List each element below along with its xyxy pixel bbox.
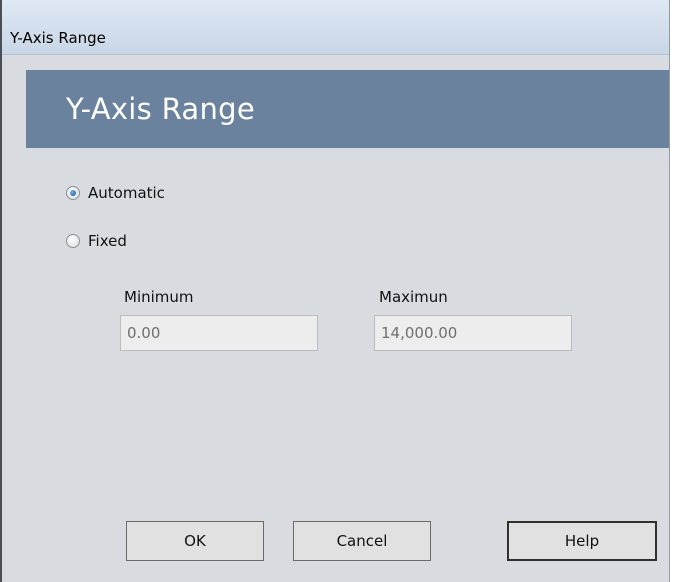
radio-selected-icon[interactable] <box>66 186 80 200</box>
fixed-radio-option[interactable]: Fixed <box>66 229 127 253</box>
minimum-label: Minimum <box>124 288 194 306</box>
window-title: Y-Axis Range <box>10 29 106 47</box>
dialog-heading: Y-Axis Range <box>66 92 255 126</box>
automatic-radio-option[interactable]: Automatic <box>66 181 165 205</box>
automatic-radio-label: Automatic <box>88 184 165 202</box>
minimum-input[interactable] <box>120 315 318 351</box>
dialog-header-banner: Y-Axis Range <box>26 70 669 148</box>
maximum-label: Maximun <box>379 288 448 306</box>
ok-button[interactable]: OK <box>126 521 264 561</box>
help-button[interactable]: Help <box>507 521 657 561</box>
maximum-input[interactable] <box>374 315 572 351</box>
fixed-radio-label: Fixed <box>88 232 127 250</box>
y-axis-range-dialog: Y-Axis Range Y-Axis Range Automatic Fixe… <box>0 0 670 582</box>
cancel-button[interactable]: Cancel <box>293 521 431 561</box>
window-titlebar[interactable]: Y-Axis Range <box>2 0 669 55</box>
radio-unselected-icon[interactable] <box>66 234 80 248</box>
